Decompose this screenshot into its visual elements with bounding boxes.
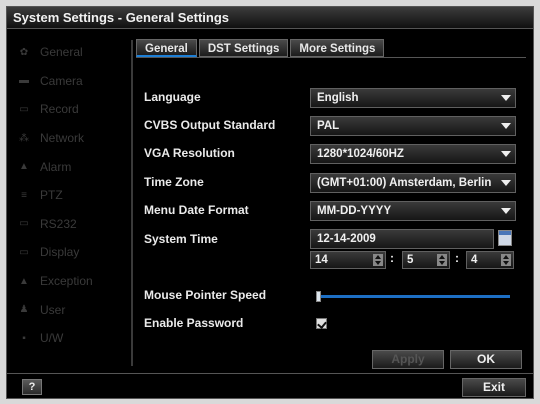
chevron-down-icon	[501, 151, 511, 157]
tab-more-settings[interactable]: More Settings	[290, 39, 385, 57]
hour-spinner[interactable]: 14	[310, 251, 386, 269]
cvbs-select[interactable]: PAL	[310, 116, 516, 136]
time-separator: :	[390, 251, 394, 265]
system-date-value: 12-14-2009	[317, 233, 376, 245]
cvbs-value: PAL	[317, 120, 340, 132]
date-format-value: MM-DD-YYYY	[317, 205, 392, 217]
language-value: English	[317, 92, 359, 104]
slider-handle[interactable]	[316, 291, 321, 302]
alarm-icon: ▲	[19, 161, 29, 173]
sidebar-item-label: Display	[40, 245, 80, 260]
mouse-speed-label: Mouse Pointer Speed	[144, 288, 267, 302]
spin-arrows-icon[interactable]	[373, 254, 383, 266]
rs232-icon: ▭	[19, 218, 29, 230]
sidebar: ✿ General ▬ Camera ▭ Record ⁂ Network ▲ Alarm ≡ PTZ…	[14, 38, 124, 353]
sidebar-item-label: Camera	[40, 73, 83, 88]
mouse-speed-slider[interactable]	[318, 295, 510, 298]
sidebar-item-label: Alarm	[40, 159, 72, 174]
sidebar-item-label: Network	[40, 131, 85, 146]
camera-icon: ▬	[19, 75, 29, 87]
cvbs-label: CVBS Output Standard	[144, 118, 276, 132]
timezone-value: (GMT+01:00) Amsterdam, Berlin	[317, 177, 492, 189]
sidebar-item-user[interactable]: ♟ User	[14, 295, 124, 324]
uw-icon: ▪	[22, 332, 26, 344]
vga-select[interactable]: 1280*1024/60HZ	[310, 144, 516, 164]
enable-password-checkbox[interactable]	[316, 318, 327, 329]
system-date-field[interactable]: 12-14-2009	[310, 229, 494, 249]
chevron-down-icon	[501, 180, 511, 186]
timezone-select[interactable]: (GMT+01:00) Amsterdam, Berlin	[310, 173, 516, 193]
tab-underline	[136, 57, 526, 58]
ptz-icon: ≡	[21, 189, 27, 201]
vga-value: 1280*1024/60HZ	[317, 148, 404, 160]
chevron-down-icon	[501, 208, 511, 214]
time-separator: :	[455, 251, 459, 265]
sidebar-divider	[131, 40, 133, 366]
help-button[interactable]: ?	[22, 379, 42, 395]
date-format-select[interactable]: MM-DD-YYYY	[310, 201, 516, 221]
tab-dst-settings[interactable]: DST Settings	[198, 39, 289, 57]
chevron-down-icon	[501, 123, 511, 129]
user-icon: ♟	[19, 304, 29, 316]
sidebar-item-u-w[interactable]: ▪ U/W	[14, 324, 124, 353]
system-time-label: System Time	[144, 232, 218, 246]
sidebar-item-ptz[interactable]: ≡ PTZ	[14, 181, 124, 210]
calendar-icon[interactable]	[498, 230, 512, 246]
chevron-down-icon	[501, 95, 511, 101]
tab-bar: General DST Settings More Settings	[136, 39, 386, 57]
sidebar-item-label: RS232	[40, 216, 77, 231]
vga-label: VGA Resolution	[144, 146, 235, 160]
sidebar-item-record[interactable]: ▭ Record	[14, 95, 124, 124]
spin-arrows-icon[interactable]	[437, 254, 447, 266]
sidebar-item-camera[interactable]: ▬ Camera	[14, 67, 124, 96]
sidebar-item-label: PTZ	[40, 188, 63, 203]
sidebar-item-label: User	[40, 302, 66, 317]
sidebar-item-rs232[interactable]: ▭ RS232	[14, 210, 124, 239]
ok-button[interactable]: OK	[450, 350, 522, 369]
record-icon: ▭	[19, 103, 29, 115]
date-format-label: Menu Date Format	[144, 203, 249, 217]
exit-button[interactable]: Exit	[462, 378, 526, 397]
sidebar-item-label: U/W	[40, 331, 64, 346]
sidebar-item-alarm[interactable]: ▲ Alarm	[14, 152, 124, 181]
hour-value: 14	[315, 254, 328, 266]
tab-general[interactable]: General	[136, 39, 197, 57]
footer-divider	[6, 373, 534, 374]
sidebar-item-label: General	[40, 45, 83, 60]
minute-value: 5	[407, 254, 414, 266]
network-icon: ⁂	[19, 132, 29, 144]
sidebar-item-display[interactable]: ▭ Display	[14, 238, 124, 267]
second-spinner[interactable]: 4	[466, 251, 514, 269]
second-value: 4	[471, 254, 478, 266]
sidebar-item-general[interactable]: ✿ General	[14, 38, 124, 67]
exception-icon: ▲	[19, 275, 29, 287]
language-select[interactable]: English	[310, 88, 516, 108]
sidebar-item-label: Record	[40, 102, 79, 117]
gear-icon: ✿	[19, 46, 29, 58]
display-icon: ▭	[19, 246, 29, 258]
window-title: System Settings - General Settings	[7, 7, 533, 29]
enable-password-label: Enable Password	[144, 316, 244, 330]
language-label: Language	[144, 90, 201, 104]
minute-spinner[interactable]: 5	[402, 251, 450, 269]
apply-button[interactable]: Apply	[372, 350, 444, 369]
spin-arrows-icon[interactable]	[501, 254, 511, 266]
sidebar-item-network[interactable]: ⁂ Network	[14, 124, 124, 153]
sidebar-item-exception[interactable]: ▲ Exception	[14, 267, 124, 296]
sidebar-item-label: Exception	[40, 274, 93, 289]
timezone-label: Time Zone	[144, 175, 204, 189]
